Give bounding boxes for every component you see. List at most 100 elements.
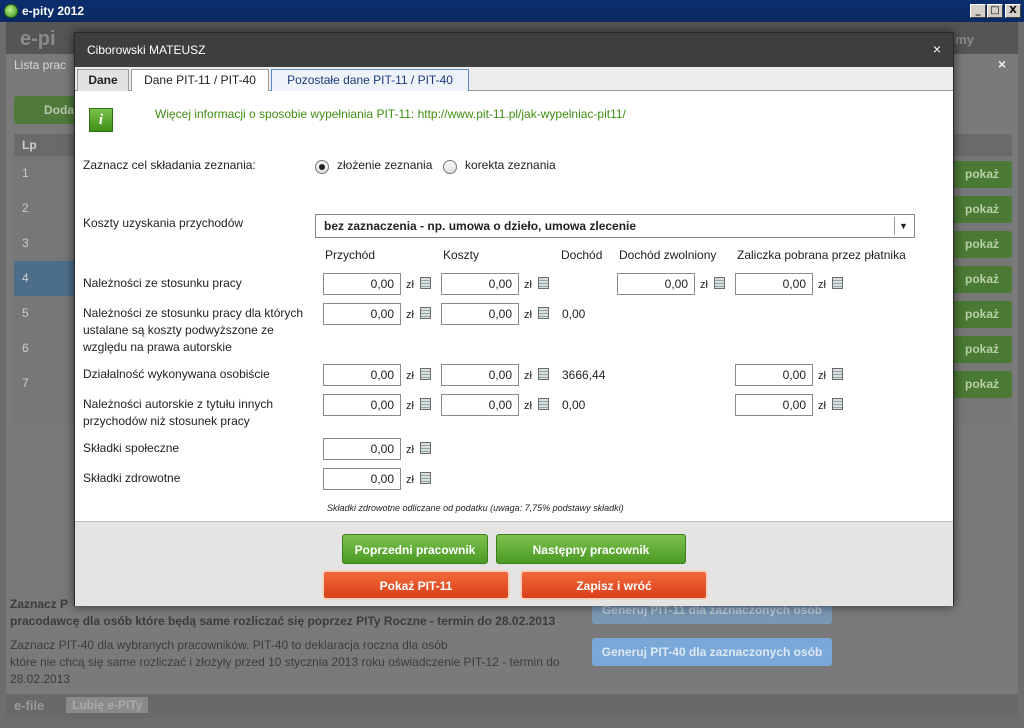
- currency-label: zł: [406, 279, 414, 291]
- calculator-icon[interactable]: [420, 368, 431, 380]
- calculator-icon[interactable]: [538, 368, 549, 380]
- calculator-icon[interactable]: [420, 277, 431, 289]
- row-label: Należności ze stosunku pracy: [83, 276, 242, 290]
- costs-select-value: bez zaznaczenia - np. umowa o dzieło, um…: [324, 219, 637, 233]
- pokaz-button[interactable]: pokaż: [952, 161, 1012, 188]
- row-label: Należności autorskie z tytułu innych prz…: [83, 397, 274, 428]
- chevron-down-icon[interactable]: ▼: [894, 217, 912, 235]
- currency-label: zł: [700, 279, 708, 291]
- calculator-icon[interactable]: [832, 368, 843, 380]
- previous-employee-button[interactable]: Poprzedni pracownik: [342, 534, 488, 564]
- minimize-button[interactable]: _: [970, 4, 986, 18]
- app-logo: e-pi: [20, 28, 56, 50]
- costs-select[interactable]: bez zaznaczenia - np. umowa o dzieło, um…: [315, 214, 915, 238]
- currency-label: zł: [524, 370, 532, 382]
- calculator-icon[interactable]: [538, 398, 549, 410]
- dochod-zwolniony-input[interactable]: 0,00: [617, 273, 695, 295]
- costs-label: Koszty uzyskania przychodów: [83, 216, 244, 230]
- pokaz-button[interactable]: pokaż: [952, 371, 1012, 398]
- calculator-icon[interactable]: [714, 277, 725, 289]
- column-zaliczka: Zaliczka pobrana przez płatnika: [737, 248, 906, 262]
- tab-dane-pit11-pit40[interactable]: Dane PIT-11 / PIT-40: [131, 69, 269, 92]
- pokaz-button[interactable]: pokaż: [952, 301, 1012, 328]
- radio-korekta-label[interactable]: korekta zeznania: [465, 157, 556, 174]
- footer-logo: e-file: [14, 698, 45, 713]
- koszty-input[interactable]: 0,00: [441, 364, 519, 386]
- row-number: 1: [22, 166, 29, 180]
- tab-pozostale-dane[interactable]: Pozostałe dane PIT-11 / PIT-40: [271, 69, 469, 91]
- currency-label: zł: [406, 309, 414, 321]
- health-contribution-note: Składki zdrowotne odliczane od podatku (…: [327, 503, 624, 513]
- zaliczka-input[interactable]: 0,00: [735, 364, 813, 386]
- row-number: 6: [22, 341, 29, 355]
- table-row[interactable]: 5: [14, 296, 74, 331]
- skladki-zdrowotne-input[interactable]: 0,00: [323, 468, 401, 490]
- like-button[interactable]: Lubię e-PITy: [66, 697, 149, 713]
- close-window-button[interactable]: X: [1005, 4, 1021, 18]
- radio-korekta[interactable]: [443, 160, 457, 174]
- currency-label: zł: [818, 279, 826, 291]
- koszty-input[interactable]: 0,00: [441, 303, 519, 325]
- pit40-description: Zaznacz PIT-40 dla wybranych pracowników…: [10, 638, 560, 686]
- dialog-header: Ciborowski MATEUSZ ×: [75, 33, 953, 67]
- row-label: Należności ze stosunku pracy dla których…: [83, 306, 304, 354]
- dochod-value: 0,00: [562, 398, 586, 412]
- koszty-input[interactable]: 0,00: [441, 394, 519, 416]
- info-link[interactable]: Więcej informacji o sposobie wypełniania…: [155, 107, 626, 121]
- table-row-selected[interactable]: 4: [14, 261, 74, 296]
- generate-pit40-button[interactable]: Generuj PIT-40 dla zaznaczonych osób: [592, 638, 832, 666]
- przychod-input[interactable]: 0,00: [323, 394, 401, 416]
- currency-label: zł: [406, 444, 414, 456]
- dialog-tabs: Dane Dane PIT-11 / PIT-40 Pozostałe dane…: [75, 67, 953, 92]
- panel-close-button[interactable]: ×: [998, 56, 1006, 72]
- calculator-icon[interactable]: [420, 472, 431, 484]
- panel-title: Lista prac: [14, 58, 67, 72]
- column-dochod: Dochód: [561, 248, 603, 262]
- calculator-icon[interactable]: [832, 398, 843, 410]
- calculator-icon[interactable]: [420, 398, 431, 410]
- column-koszty: Koszty: [443, 248, 480, 262]
- pokaz-button[interactable]: pokaż: [952, 196, 1012, 223]
- pokaz-button[interactable]: pokaż: [952, 266, 1012, 293]
- przychod-input[interactable]: 0,00: [323, 364, 401, 386]
- calculator-icon[interactable]: [538, 307, 549, 319]
- show-pit11-button[interactable]: Pokaż PIT-11: [322, 570, 510, 600]
- pokaz-button[interactable]: pokaż: [952, 336, 1012, 363]
- pokaz-button[interactable]: pokaż: [952, 231, 1012, 258]
- calculator-icon[interactable]: [420, 307, 431, 319]
- dialog-close-button[interactable]: ×: [933, 41, 941, 57]
- window-titlebar: e-pity 2012 _ □ X: [0, 0, 1024, 22]
- calculator-icon[interactable]: [538, 277, 549, 289]
- dialog-title: Ciborowski MATEUSZ: [87, 43, 206, 57]
- dialog-footer: Poprzedni pracownik Następny pracownik P…: [75, 521, 953, 606]
- row-number: 4: [22, 271, 29, 285]
- column-dochod-zwolniony: Dochód zwolniony: [619, 248, 717, 262]
- next-employee-button[interactable]: Następny pracownik: [496, 534, 686, 564]
- dochod-value: 3666,44: [562, 368, 606, 382]
- zaliczka-input[interactable]: 0,00: [735, 273, 813, 295]
- row-number: 3: [22, 236, 29, 250]
- przychod-input[interactable]: 0,00: [323, 303, 401, 325]
- zaliczka-input[interactable]: 0,00: [735, 394, 813, 416]
- table-row[interactable]: 1: [14, 156, 74, 191]
- currency-label: zł: [524, 309, 532, 321]
- row-label: Działalność wykonywana osobiście: [83, 367, 270, 381]
- table-row[interactable]: 2: [14, 191, 74, 226]
- currency-label: zł: [524, 279, 532, 291]
- przychod-input[interactable]: 0,00: [323, 273, 401, 295]
- tab-dane[interactable]: Dane: [77, 69, 129, 91]
- currency-label: zł: [406, 474, 414, 486]
- radio-zlozenie-label[interactable]: złożenie zeznania: [337, 157, 432, 174]
- calculator-icon[interactable]: [420, 442, 431, 454]
- table-row[interactable]: 3: [14, 226, 74, 261]
- calculator-icon[interactable]: [832, 277, 843, 289]
- dochod-value: 0,00: [562, 307, 586, 321]
- maximize-button[interactable]: □: [987, 4, 1003, 18]
- save-and-return-button[interactable]: Zapisz i wróć: [520, 570, 708, 600]
- table-row[interactable]: 7: [14, 366, 74, 401]
- koszty-input[interactable]: 0,00: [441, 273, 519, 295]
- skladki-spoleczne-input[interactable]: 0,00: [323, 438, 401, 460]
- radio-zlozenie[interactable]: [315, 160, 329, 174]
- table-row[interactable]: 6: [14, 331, 74, 366]
- column-przychod: Przychód: [325, 248, 376, 262]
